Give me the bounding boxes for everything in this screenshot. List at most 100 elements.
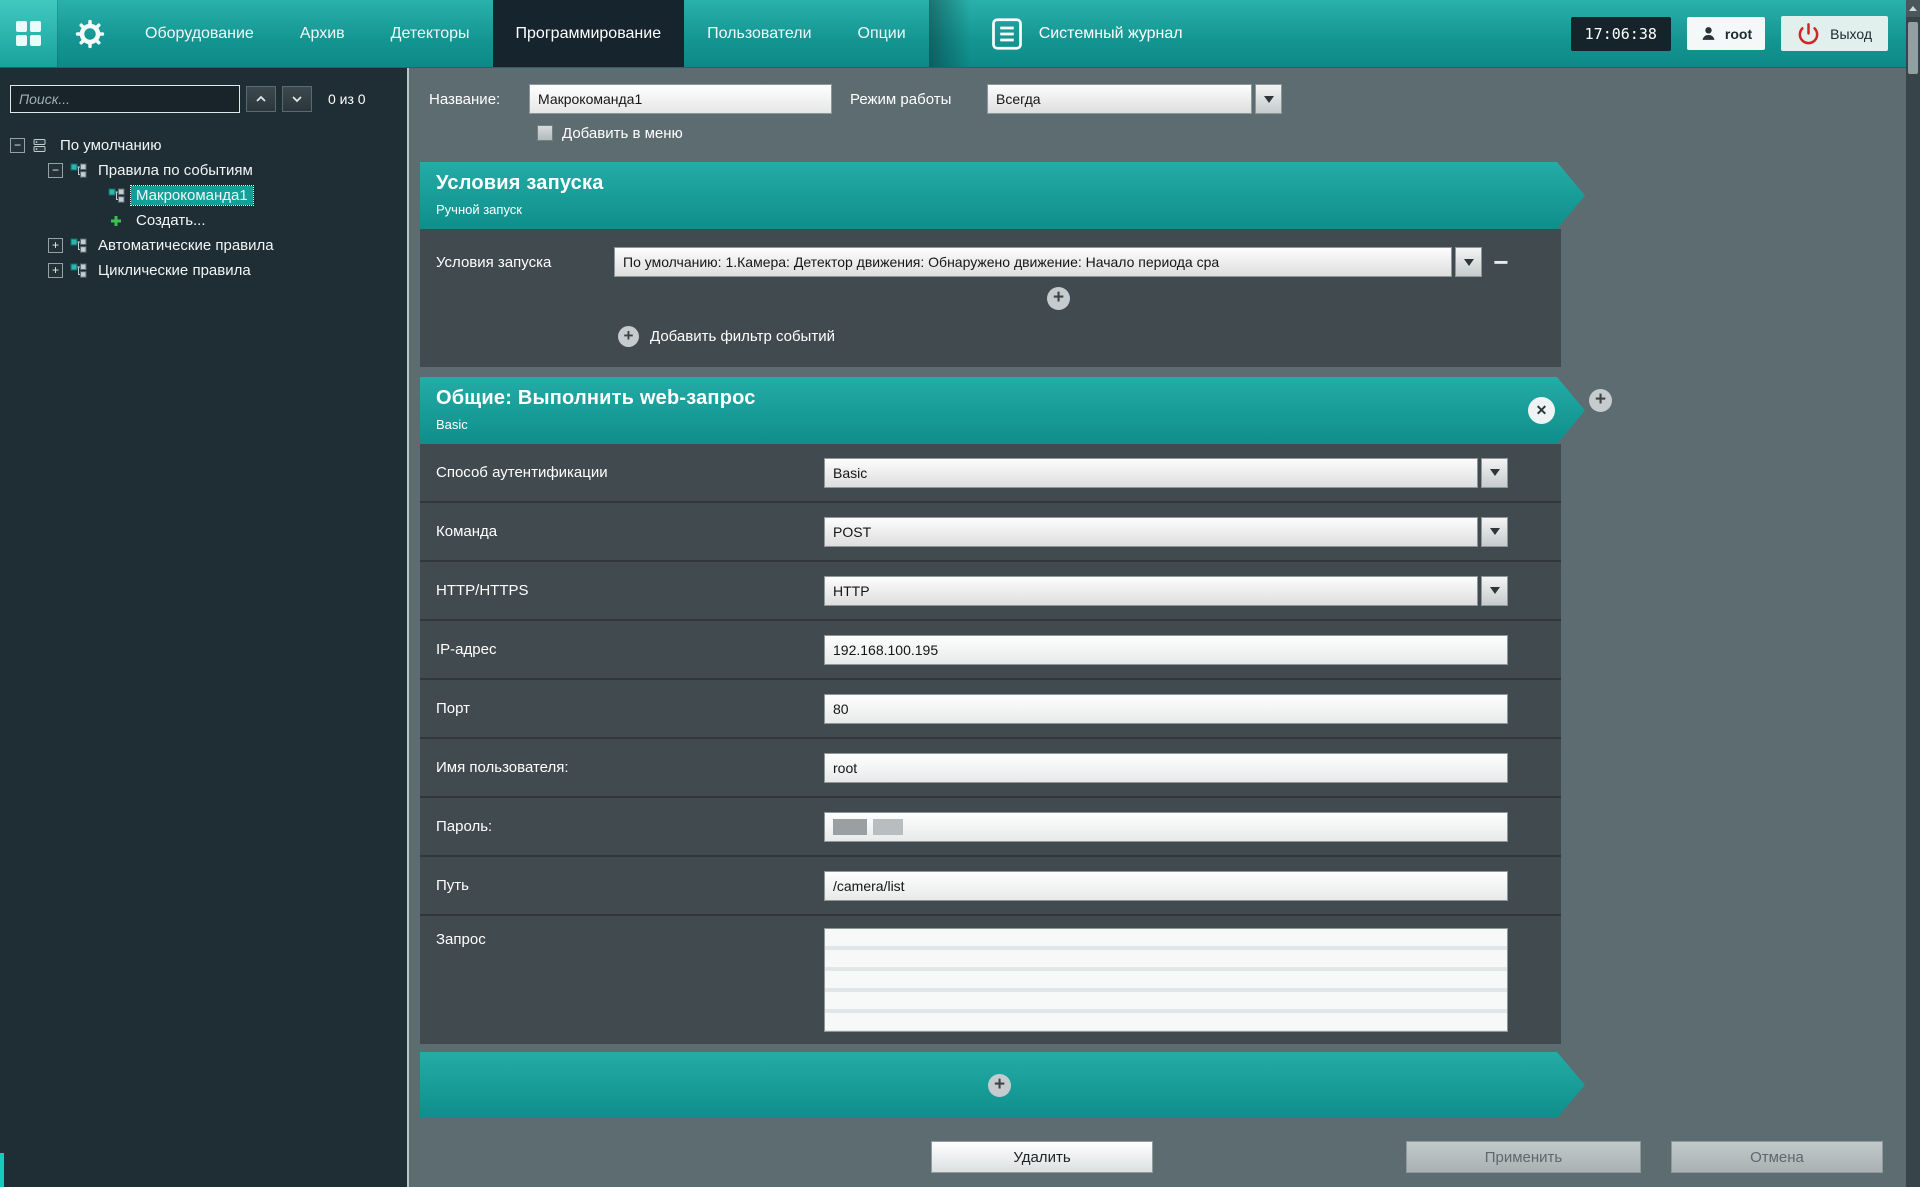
dropdown-button[interactable] — [1481, 517, 1508, 547]
auth-method-select[interactable]: Basic — [824, 458, 1508, 488]
search-input[interactable]: Поиск... — [10, 85, 240, 113]
field-row-request: Запрос — [420, 916, 1561, 1044]
search-placeholder: Поиск... — [19, 91, 70, 107]
apply-button[interactable]: Применить — [1406, 1141, 1641, 1173]
name-label: Название: — [429, 91, 529, 108]
cancel-button[interactable]: Отмена — [1671, 1141, 1883, 1173]
condition-row: Условия запуска По умолчанию: 1.Камера: … — [420, 229, 1561, 277]
condition-select[interactable]: По умолчанию: 1.Камера: Детектор движени… — [614, 247, 1482, 277]
dropdown-button[interactable] — [1481, 458, 1508, 488]
create-plus-icon — [107, 213, 125, 229]
condition-dropdown-button[interactable] — [1455, 247, 1482, 277]
condition-value: По умолчанию: 1.Камера: Детектор движени… — [614, 247, 1452, 277]
field-control — [824, 812, 1508, 842]
port-input[interactable]: 80 — [824, 694, 1508, 724]
app-menu-button[interactable] — [0, 0, 58, 67]
scrollbar-thumb[interactable] — [1908, 22, 1918, 74]
add-event-filter-label: Добавить фильтр событий — [650, 328, 835, 345]
field-control: /camera/list — [824, 871, 1508, 901]
grid-icon — [16, 21, 41, 46]
add-action-button[interactable] — [1589, 389, 1612, 412]
expand-icon[interactable] — [48, 263, 63, 278]
username-input[interactable]: root — [824, 753, 1508, 783]
tree-item[interactable]: Создать... — [0, 208, 407, 233]
tree-item[interactable]: Макрокоманда1 — [0, 183, 407, 208]
collapse-icon[interactable] — [10, 138, 25, 153]
chevron-down-icon — [1464, 259, 1474, 266]
page-scrollbar[interactable] — [1906, 0, 1920, 1187]
remove-condition-button[interactable] — [1486, 247, 1516, 277]
field-label: IP-адрес — [436, 641, 824, 658]
tab-programming[interactable]: Программирование — [493, 0, 685, 67]
field-label: HTTP/HTTPS — [436, 582, 824, 599]
username: root — [1725, 26, 1752, 42]
input-value: /camera/list — [833, 878, 905, 894]
search-next-button[interactable] — [282, 86, 312, 112]
field-row-username: Имя пользователя:root — [420, 739, 1561, 798]
tree-item-label: Создать... — [131, 211, 211, 230]
tab-detectors[interactable]: Детекторы — [368, 0, 493, 67]
mode-value: Всегда — [987, 84, 1252, 114]
collapse-icon[interactable] — [48, 163, 63, 178]
add-action-plus-button[interactable] — [988, 1074, 1011, 1097]
field-row-auth-method: Способ аутентификацииBasic — [420, 444, 1561, 503]
field-row-protocol: HTTP/HTTPSHTTP — [420, 562, 1561, 621]
field-control: root — [824, 753, 1508, 783]
server-icon — [31, 138, 49, 154]
mode-dropdown-button[interactable] — [1255, 84, 1282, 114]
tab-options[interactable]: Опции — [835, 0, 929, 67]
main-panel: Название: Макрокоманда1 Режим работы Все… — [411, 68, 1906, 1187]
tree-item-label: Автоматические правила — [93, 236, 279, 255]
rule-icon — [69, 238, 87, 254]
command-select[interactable]: POST — [824, 517, 1508, 547]
tree-item-label: По умолчанию — [55, 136, 166, 155]
path-input[interactable]: /camera/list — [824, 871, 1508, 901]
search-prev-button[interactable] — [246, 86, 276, 112]
add-condition-button[interactable] — [1047, 287, 1070, 310]
scroll-up-button[interactable] — [1906, 0, 1920, 17]
tab-hardware[interactable]: Оборудование — [122, 0, 277, 67]
field-row-path: Путь/camera/list — [420, 857, 1561, 916]
tab-users[interactable]: Пользователи — [684, 0, 834, 67]
field-row-command: КомандаPOST — [420, 503, 1561, 562]
field-control: 80 — [824, 694, 1508, 724]
exit-button[interactable]: Выход — [1781, 16, 1888, 51]
clock: 17:06:38 — [1571, 17, 1671, 51]
selected-value: Basic — [824, 458, 1478, 488]
macro-header-row: Название: Макрокоманда1 Режим работы Все… — [429, 84, 1906, 114]
ip-address-input[interactable]: 192.168.100.195 — [824, 635, 1508, 665]
settings-button[interactable] — [58, 0, 122, 67]
tree-item-label: Макрокоманда1 — [131, 186, 253, 205]
tab-archive[interactable]: Архив — [277, 0, 368, 67]
tree-item[interactable]: Автоматические правила — [0, 233, 407, 258]
remove-action-button[interactable] — [1528, 397, 1555, 424]
chevron-down-icon — [1490, 469, 1500, 476]
tree-item[interactable]: По умолчанию — [0, 133, 407, 158]
add-event-filter-button[interactable]: Добавить фильтр событий — [618, 326, 1561, 347]
rule-icon — [69, 163, 87, 179]
password-input[interactable] — [824, 812, 1508, 842]
delete-button[interactable]: Удалить — [931, 1141, 1153, 1173]
add-to-menu-row: Добавить в меню — [537, 124, 1906, 142]
dropdown-button[interactable] — [1481, 576, 1508, 606]
field-row-port: Порт80 — [420, 680, 1561, 739]
macro-name-input[interactable]: Макрокоманда1 — [529, 84, 832, 114]
tree-item[interactable]: Циклические правила — [0, 258, 407, 283]
user-badge[interactable]: root — [1687, 17, 1765, 50]
tree-item[interactable]: Правила по событиям — [0, 158, 407, 183]
web-request-card-title: Общие: Выполнить web-запрос — [436, 387, 1585, 410]
exit-label: Выход — [1830, 26, 1872, 42]
nav-tabs: ОборудованиеАрхивДетекторыПрограммирован… — [122, 0, 929, 67]
add-to-menu-checkbox[interactable] — [537, 125, 553, 141]
protocol-select[interactable]: HTTP — [824, 576, 1508, 606]
power-icon — [1797, 22, 1820, 45]
system-journal-button[interactable]: Системный журнал — [971, 0, 1201, 67]
tree-item-label: Циклические правила — [93, 261, 256, 280]
sidebar: Поиск... 0 из 0 По умолчаниюПравила по с… — [0, 68, 409, 1187]
expand-icon[interactable] — [48, 238, 63, 253]
chevron-down-icon — [1490, 587, 1500, 594]
mode-select[interactable]: Всегда — [987, 84, 1282, 114]
gear-icon — [74, 18, 106, 50]
request-textarea[interactable] — [824, 928, 1508, 1032]
field-control: POST — [824, 517, 1508, 547]
